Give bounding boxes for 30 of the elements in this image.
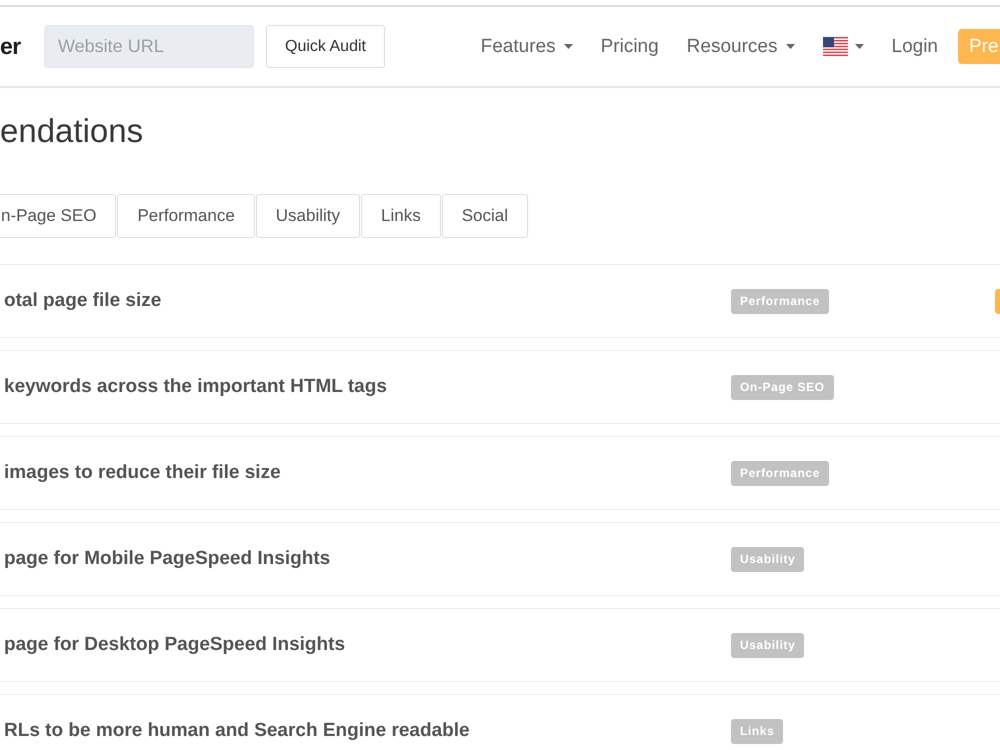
logo-text: er [0,33,21,59]
recommendation-title: keywords across the important HTML tags [4,376,387,397]
category-badge: Performance [731,460,829,486]
filter-tab[interactable]: n-Page SEO [0,194,116,238]
recommendation-title: images to reduce their file size [4,462,281,483]
nav-link[interactable]: Login [878,36,952,58]
quick-audit-button[interactable]: Quick Audit [266,25,385,68]
recommendation-title: RLs to be more human and Search Engine readable [4,720,470,741]
nav-dropdown[interactable]: Resources [672,36,808,58]
language-dropdown[interactable] [822,37,864,56]
caret-icon [854,44,864,49]
flag-icon [822,37,848,56]
filter-tab[interactable]: Performance [117,194,255,238]
nav-dropdown[interactable]: Features [466,36,587,58]
category-badge: Links [731,718,784,744]
recommendation-title: page for Desktop PageSpeed Insights [4,634,346,655]
caret-icon [786,44,794,49]
page-title: endations [0,111,144,151]
category-badge: Usability [731,546,804,572]
filter-tab[interactable]: Social [442,194,528,238]
nav-link[interactable]: Pricing [586,36,673,58]
category-badge: Performance [731,288,829,314]
filter-tab[interactable]: Links [361,194,441,238]
category-badge: Usability [731,632,804,658]
filter-tab[interactable]: Usability [256,194,360,238]
url-input[interactable]: Website URL [44,25,254,68]
caret-icon [564,44,573,49]
category-badge: On-Page SEO [731,374,834,400]
recommendation-title: otal page file size [4,290,162,311]
recommendation-title: page for Mobile PageSpeed Insights [4,548,330,569]
